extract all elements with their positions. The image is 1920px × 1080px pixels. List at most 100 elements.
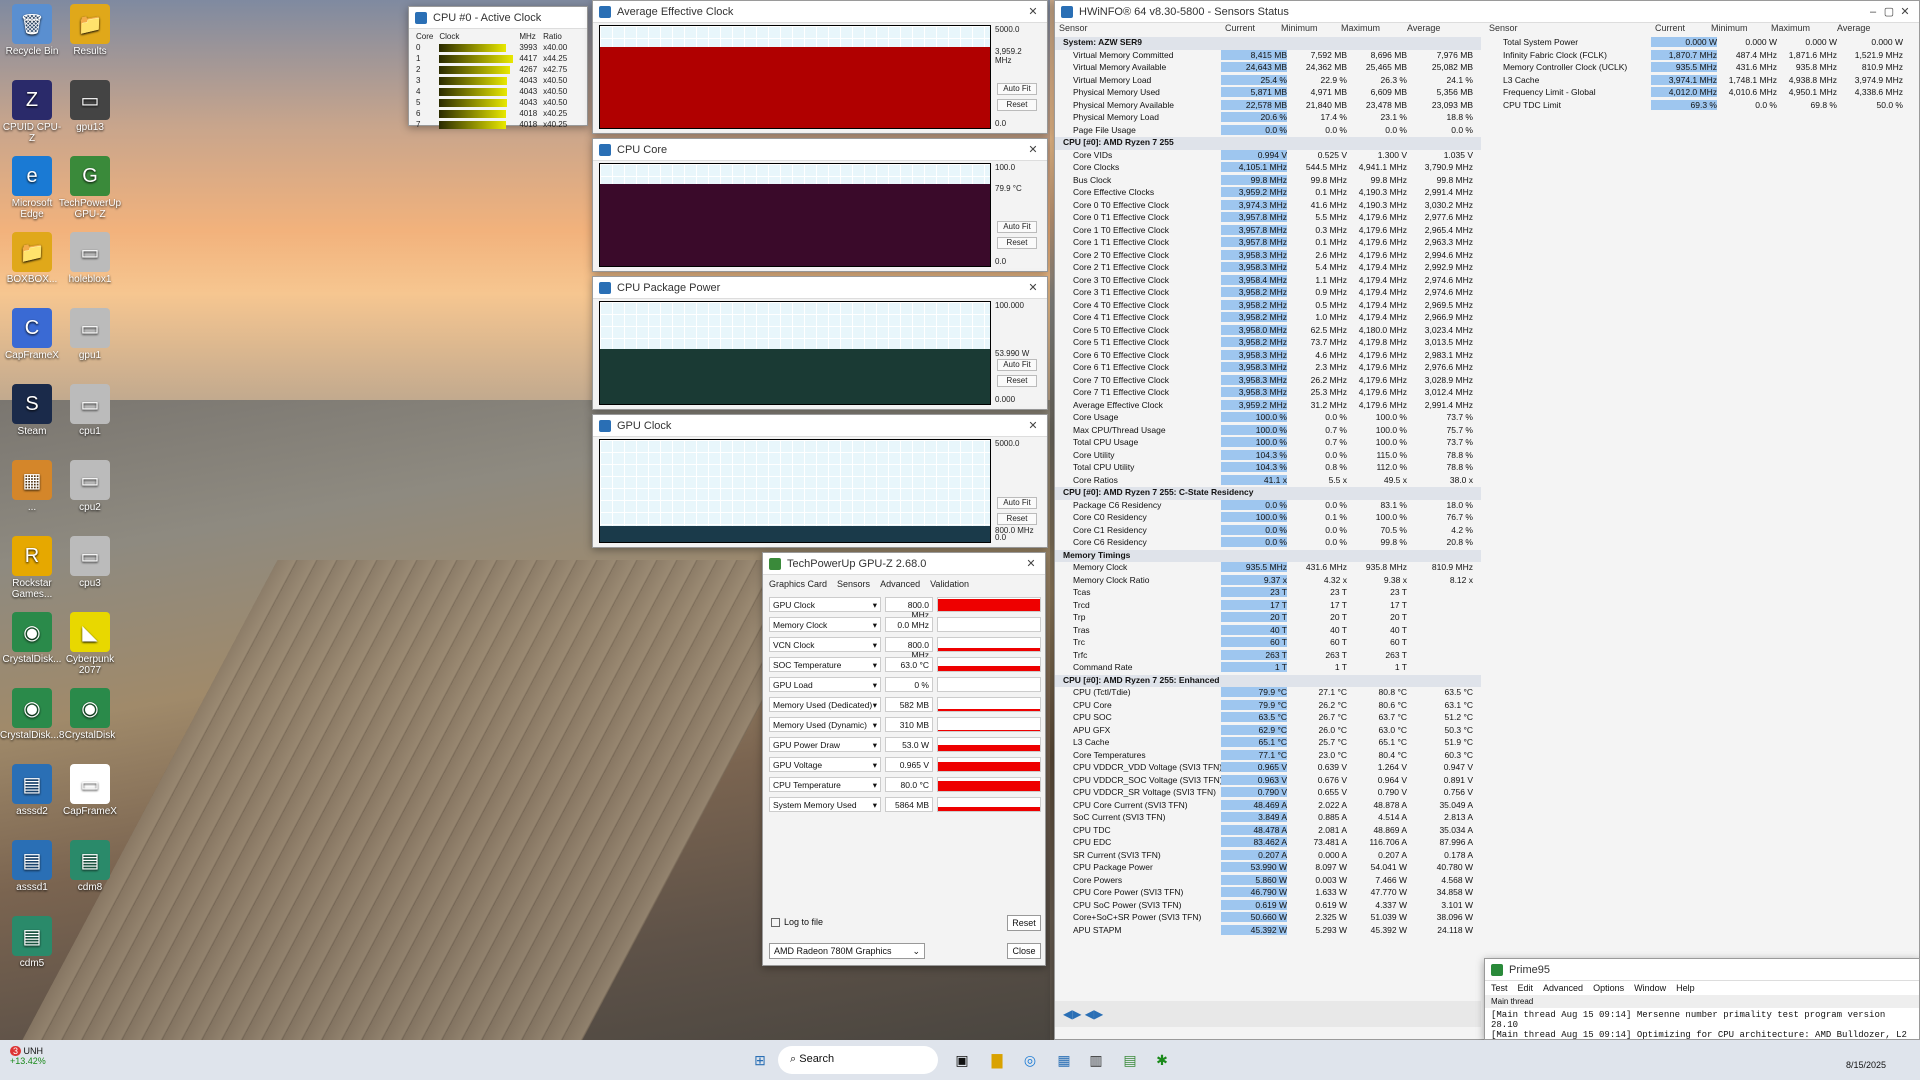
menu-item[interactable]: Edit — [1518, 983, 1534, 993]
desktop-icon[interactable]: Z CPUID CPU-Z — [0, 80, 64, 144]
sensor-row[interactable]: Core 1 T1 Effective Clock 3,957.8 MHz 0.1 … — [1055, 237, 1481, 250]
tab[interactable]: Validation — [930, 579, 969, 589]
sensor-row[interactable]: Core 7 T0 Effective Clock 3,958.3 MHz 26.2… — [1055, 374, 1481, 388]
sensor-row[interactable]: Total CPU Utility 104.3 % 0.8 % 112.0 % 78.8… — [1055, 462, 1481, 475]
sensor-name[interactable]: GPU Voltage ▾ — [769, 757, 881, 772]
reset-button[interactable]: Reset — [997, 99, 1037, 111]
menu-item[interactable]: Help — [1676, 983, 1695, 993]
sensor-row[interactable]: Core 6 T0 Effective Clock 3,958.3 MHz 4.6 … — [1055, 349, 1481, 363]
maximize-icon[interactable]: ▢ — [1881, 5, 1897, 18]
log-to-file-checkbox[interactable]: Log to file — [771, 917, 823, 928]
sensor-row[interactable]: CPU SoC Power (SVI3 TFN) 0.619 W 0.619 W 4.… — [1055, 899, 1481, 913]
graph-window[interactable]: CPU Package Power ✕ 100.000 53.990 W 0.000 Au… — [592, 276, 1048, 410]
desktop-icon[interactable]: ▭ cpu3 — [58, 536, 122, 589]
reset-button[interactable]: Reset — [1007, 915, 1041, 931]
sensor-row[interactable]: Core Usage 100.0 % 0.0 % 100.0 % 73.7 % — [1055, 412, 1481, 425]
store-icon[interactable]: ▦ — [1052, 1048, 1076, 1072]
desktop-icon[interactable]: 📁 BOXBOX... — [0, 232, 64, 285]
reset-button[interactable]: Reset — [997, 237, 1037, 249]
sensor-row[interactable]: Core Temperatures 77.1 °C 23.0 °C 80.4 °C 60… — [1055, 749, 1481, 763]
sensor-row[interactable]: Trc 60 T 60 T 60 T — [1055, 637, 1481, 650]
sensor-row[interactable]: APU GFX 62.9 °C 26.0 °C 63.0 °C 50.3 °C — [1055, 724, 1481, 738]
active-clock-window[interactable]: CPU #0 - Active Clock Core Clock MHz Ratio … — [408, 6, 588, 129]
sensor-row[interactable]: CPU EDC 83.462 A 73.481 A 116.706 A 87.996 A — [1055, 837, 1481, 850]
sensor-row[interactable]: Physical Memory Load 20.6 % 17.4 % 23.1 % 18… — [1055, 112, 1481, 125]
close-icon[interactable]: ✕ — [1025, 419, 1041, 432]
sensor-row[interactable]: Max CPU/Thread Usage 100.0 % 0.7 % 100.0 % 7… — [1055, 424, 1481, 438]
sensor-row[interactable]: Core 7 T1 Effective Clock 3,958.3 MHz 25.3… — [1055, 387, 1481, 400]
tab[interactable]: Sensors — [837, 579, 870, 589]
close-icon[interactable]: ✕ — [1023, 557, 1039, 570]
left-sensor-pane[interactable]: System: AZW SER9 Virtual Memory Committed… — [1055, 37, 1481, 937]
gpuz-icon[interactable]: ▤ — [1118, 1048, 1142, 1072]
tab[interactable]: Graphics Card — [769, 579, 827, 589]
minimize-icon[interactable]: – — [1865, 6, 1881, 18]
sensor-row[interactable]: Core 5 T0 Effective Clock 3,958.0 MHz 62.5… — [1055, 324, 1481, 338]
sensor-row[interactable]: CPU Core Current (SVI3 TFN) 48.469 A 2.022… — [1055, 799, 1481, 813]
desktop-icon[interactable]: R Rockstar Games... — [0, 536, 64, 600]
sensor-row[interactable]: SR Current (SVI3 TFN) 0.207 A 0.000 A 0.207… — [1055, 849, 1481, 863]
sensor-row[interactable]: Memory Clock 935.5 MHz 431.6 MHz 935.8 MHz 8… — [1055, 562, 1481, 575]
sensor-name[interactable]: GPU Clock ▾ — [769, 597, 881, 612]
sensor-row[interactable]: Virtual Memory Load 25.4 % 22.9 % 26.3 % 24.… — [1055, 74, 1481, 88]
sensor-row[interactable]: Memory Controller Clock (UCLK) 935.5 MHz 4… — [1485, 62, 1915, 75]
desktop-icon[interactable]: e Microsoft Edge — [0, 156, 64, 220]
section-header[interactable]: CPU [#0]: AMD Ryzen 7 255 — [1055, 137, 1481, 150]
sensor-row[interactable]: Core Utility 104.3 % 0.0 % 115.0 % 78.8 % — [1055, 449, 1481, 463]
desktop-icon[interactable]: ▤ asssd1 — [0, 840, 64, 893]
clock-date[interactable]: 8/15/2025 — [1846, 1060, 1886, 1070]
desktop-icon[interactable]: ▭ cpu1 — [58, 384, 122, 437]
desktop-icon[interactable]: ▤ asssd2 — [0, 764, 64, 817]
reset-button[interactable]: Reset — [997, 375, 1037, 387]
sensor-row[interactable]: Frequency Limit - Global 4,012.0 MHz 4,010… — [1485, 87, 1915, 100]
menu-item[interactable]: Advanced — [1543, 983, 1583, 993]
sensor-row[interactable]: CPU Core 79.9 °C 26.2 °C 80.6 °C 63.1 °C — [1055, 699, 1481, 713]
sensor-row[interactable]: Core 4 T1 Effective Clock 3,958.2 MHz 1.0 … — [1055, 312, 1481, 325]
sensor-row[interactable]: Tras 40 T 40 T 40 T — [1055, 624, 1481, 638]
autofit-button[interactable]: Auto Fit — [997, 221, 1037, 233]
sensor-name[interactable]: Memory Used (Dynamic) ▾ — [769, 717, 881, 732]
arrows-icon[interactable]: ◀▶ ◀▶ — [1063, 1007, 1103, 1021]
sensor-name[interactable]: System Memory Used ▾ — [769, 797, 881, 812]
sensor-row[interactable]: Page File Usage 0.0 % 0.0 % 0.0 % 0.0 % — [1055, 124, 1481, 138]
desktop-icon[interactable]: ▭ gpu13 — [58, 80, 122, 133]
sensor-row[interactable]: SoC Current (SVI3 TFN) 3.849 A 0.885 A 4.51… — [1055, 812, 1481, 825]
sensor-row[interactable]: Core Ratios 41.1 x 5.5 x 49.5 x 38.0 x — [1055, 474, 1481, 488]
graph-window[interactable]: GPU Clock ✕ 5000.0 800.0 MHz 0.0 Auto Fit Rese… — [592, 414, 1048, 548]
hwinfo-icon[interactable]: ▥ — [1084, 1048, 1108, 1072]
desktop-icon[interactable]: 📁 Results — [58, 4, 122, 57]
start-icon[interactable]: ⊞ — [748, 1048, 772, 1072]
sensor-row[interactable]: Core Clocks 4,105.1 MHz 544.5 MHz 4,941.1 M… — [1055, 162, 1481, 175]
gpuz-window[interactable]: TechPowerUp GPU-Z 2.68.0 ✕ Graphics Card S… — [762, 552, 1046, 966]
sensor-name[interactable]: GPU Power Draw ▾ — [769, 737, 881, 752]
desktop-icon[interactable]: ▤ cdm5 — [0, 916, 64, 969]
sensor-name[interactable]: Memory Used (Dedicated) ▾ — [769, 697, 881, 712]
gpu-select[interactable]: AMD Radeon 780M Graphics ⌄ — [769, 943, 925, 959]
sensor-row[interactable]: CPU SOC 63.5 °C 26.7 °C 63.7 °C 51.2 °C — [1055, 712, 1481, 725]
desktop-icon[interactable]: ▭ holeblox1 — [58, 232, 122, 285]
sensor-row[interactable]: Core 4 T0 Effective Clock 3,958.2 MHz 0.5 … — [1055, 299, 1481, 313]
sensor-row[interactable]: Core C6 Residency 0.0 % 0.0 % 99.8 % 20.8 % — [1055, 537, 1481, 550]
sensor-row[interactable]: CPU Package Power 53.990 W 8.097 W 54.041 W… — [1055, 862, 1481, 875]
sensor-row[interactable]: Core Powers 5.860 W 0.003 W 7.466 W 4.568 W — [1055, 874, 1481, 888]
sensor-row[interactable]: Tcas 23 T 23 T 23 T — [1055, 587, 1481, 600]
sensor-row[interactable]: Core 0 T1 Effective Clock 3,957.8 MHz 5.5 … — [1055, 212, 1481, 225]
close-icon[interactable]: ✕ — [1025, 5, 1041, 18]
graph-window[interactable]: CPU Core ✕ 100.0 79.9 °C 0.0 Auto Fit Reset — [592, 138, 1048, 272]
desktop-icon[interactable]: ▭ CapFrameX — [58, 764, 122, 817]
sensor-row[interactable]: Trfc 263 T 263 T 263 T — [1055, 649, 1481, 663]
sensor-row[interactable]: Average Effective Clock 3,959.2 MHz 31.2 M… — [1055, 399, 1481, 413]
autofit-button[interactable]: Auto Fit — [997, 497, 1037, 509]
edge-icon[interactable]: ◎ — [1018, 1048, 1042, 1072]
sensor-row[interactable]: Package C6 Residency 0.0 % 0.0 % 83.1 % 18.0… — [1055, 499, 1481, 513]
desktop-icon[interactable]: ◉ CrystalDisk — [58, 688, 122, 741]
autofit-button[interactable]: Auto Fit — [997, 83, 1037, 95]
sensor-row[interactable]: CPU (Tctl/Tdie) 79.9 °C 27.1 °C 80.8 °C 63.5… — [1055, 687, 1481, 700]
sensor-row[interactable]: Trcd 17 T 17 T 17 T — [1055, 599, 1481, 613]
desktop-icon[interactable]: ▭ gpu1 — [58, 308, 122, 361]
section-header[interactable]: Memory Timings — [1055, 549, 1481, 562]
desktop-icon[interactable]: ◉ CrystalDisk... — [0, 612, 64, 665]
desktop-icon[interactable]: 🗑 Recycle Bin — [0, 4, 64, 57]
sensor-row[interactable]: CPU VDDCR_VDD Voltage (SVI3 TFN) 0.965 V 0… — [1055, 762, 1481, 775]
sensor-row[interactable]: Total CPU Usage 100.0 % 0.7 % 100.0 % 73.7 % — [1055, 437, 1481, 450]
